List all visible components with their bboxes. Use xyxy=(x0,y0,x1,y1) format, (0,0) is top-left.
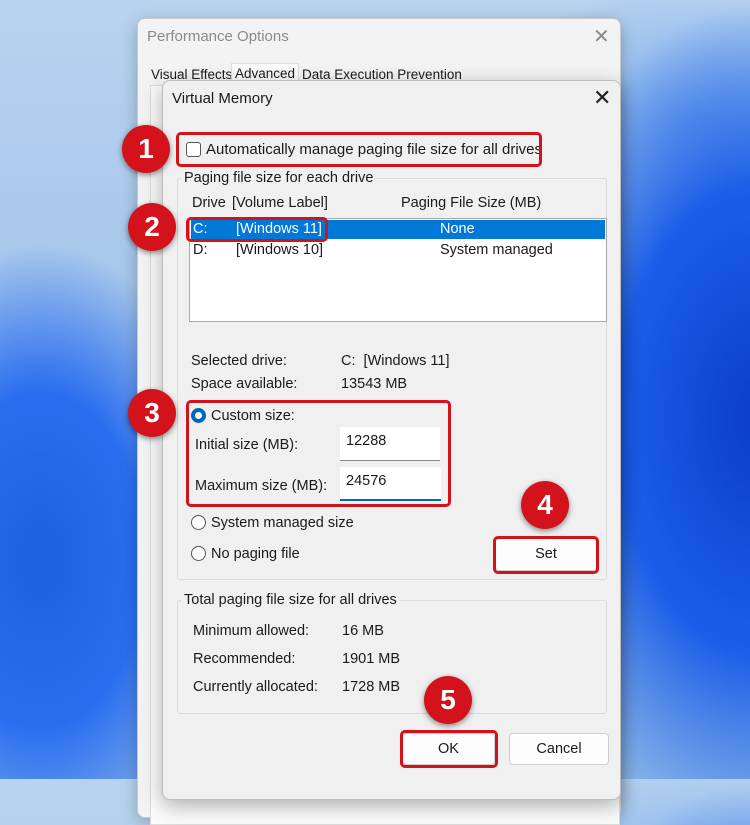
selected-drive-value: C: [Windows 11] xyxy=(341,353,450,369)
system-managed-radio[interactable] xyxy=(191,515,206,530)
system-managed-label[interactable]: System managed size xyxy=(211,515,354,531)
column-drive: Drive xyxy=(192,195,226,211)
recommended-label: Recommended: xyxy=(193,651,296,667)
callout-box-2 xyxy=(186,217,328,242)
no-paging-radio[interactable] xyxy=(191,546,206,561)
callout-box-1 xyxy=(176,132,542,167)
space-available-label: Space available: xyxy=(191,376,298,392)
step-badge-5: 5 xyxy=(424,676,472,724)
paging-group-title: Paging file size for each drive xyxy=(181,170,377,186)
column-size: Paging File Size (MB) xyxy=(401,195,542,211)
callout-box-3 xyxy=(186,400,451,507)
callout-box-5 xyxy=(400,730,498,768)
currently-allocated-label: Currently allocated: xyxy=(193,679,318,695)
window-title: Performance Options xyxy=(147,28,289,45)
cancel-button[interactable]: Cancel xyxy=(509,733,609,765)
drive-size: System managed xyxy=(440,242,553,258)
close-icon[interactable]: ✕ xyxy=(593,85,611,111)
drive-size: None xyxy=(440,221,475,237)
dialog-title: Virtual Memory xyxy=(172,90,273,107)
total-group-title: Total paging file size for all drives xyxy=(181,592,400,608)
minimum-allowed-value: 16 MB xyxy=(342,623,384,639)
space-available-value: 13543 MB xyxy=(341,376,408,392)
column-volume: [Volume Label] xyxy=(232,195,328,211)
step-badge-3: 3 xyxy=(128,389,176,437)
minimum-allowed-label: Minimum allowed: xyxy=(193,623,310,639)
currently-allocated-value: 1728 MB xyxy=(342,679,401,695)
step-badge-4: 4 xyxy=(521,481,569,529)
step-badge-1: 1 xyxy=(122,125,170,173)
no-paging-label[interactable]: No paging file xyxy=(211,546,300,562)
recommended-value: 1901 MB xyxy=(342,651,401,667)
step-badge-2: 2 xyxy=(128,203,176,251)
close-icon[interactable]: ✕ xyxy=(593,24,610,49)
drive-row-d[interactable]: D: [Windows 10] System managed xyxy=(191,241,605,260)
selected-drive-label: Selected drive: xyxy=(191,353,287,369)
drive-label: [Windows 10] xyxy=(236,242,324,258)
drive-letter: D: xyxy=(193,242,208,258)
callout-box-4 xyxy=(493,536,599,574)
